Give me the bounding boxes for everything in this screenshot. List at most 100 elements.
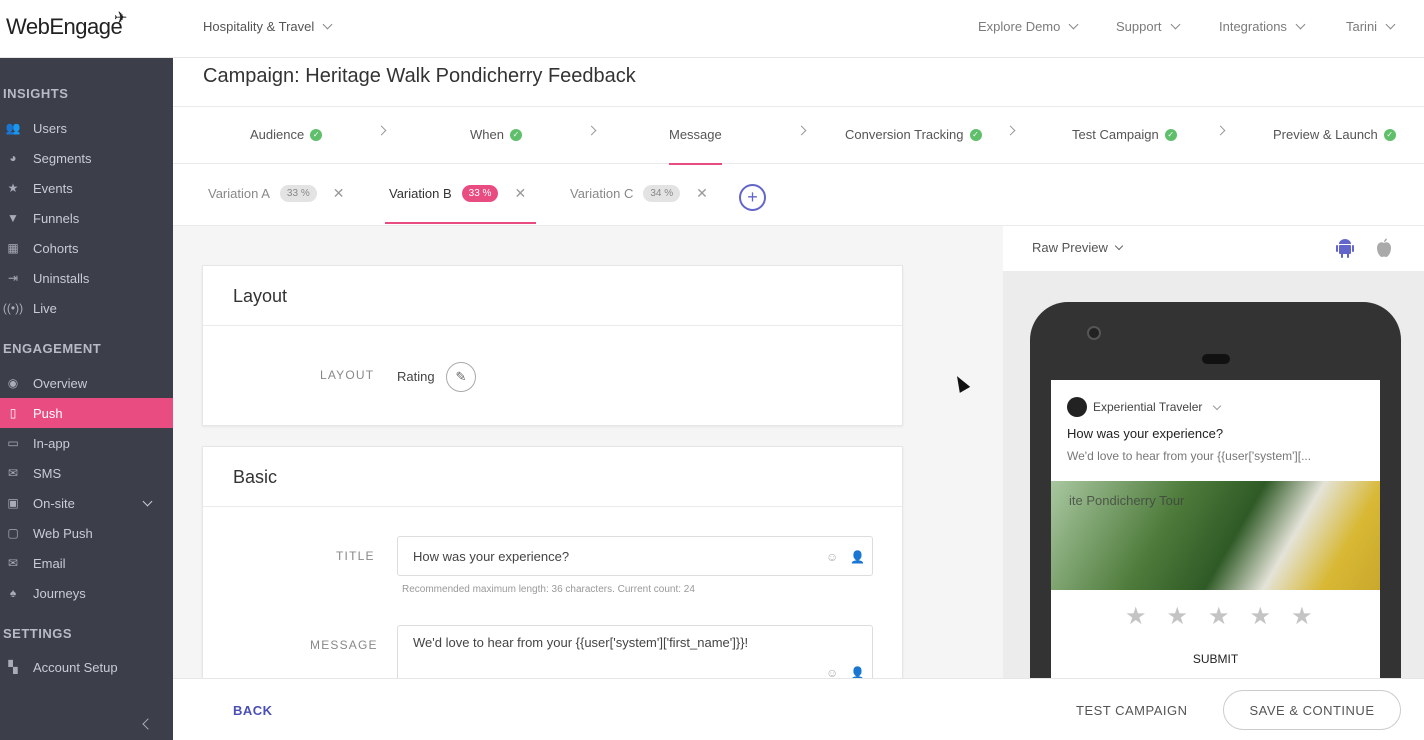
check-circle-icon: ✓ <box>310 128 323 141</box>
step-audience[interactable]: Audience ✓ <box>250 127 323 142</box>
sidebar-item-segments[interactable]: ◕ Segments <box>0 143 173 173</box>
sidebar-item-journeys[interactable]: ♠ Journeys <box>0 578 173 608</box>
notification-image-caption: ite Pondicherry Tour <box>1069 493 1185 508</box>
star-icon[interactable]: ★ <box>1250 602 1272 631</box>
title-input[interactable]: How was your experience? ☺ 👤 <box>397 536 873 576</box>
emoji-icon[interactable]: ☺ <box>826 537 838 577</box>
basic-card: Basic TITLE How was your experience? ☺ 👤… <box>202 446 903 678</box>
sidebar-item-label: Funnels <box>33 210 80 226</box>
sidebar-item-label: Push <box>33 405 63 421</box>
test-campaign-button[interactable]: TEST CAMPAIGN <box>1076 703 1187 718</box>
project-dropdown-label: Hospitality & Travel <box>203 19 315 34</box>
integrations-dropdown[interactable]: Integrations <box>1219 19 1306 34</box>
message-textarea[interactable]: We'd love to hear from your {{user['syst… <box>397 625 873 678</box>
funnels-icon: ▼ <box>7 211 19 225</box>
message-textarea-value: We'd love to hear from your {{user['syst… <box>413 635 749 650</box>
user-menu-dropdown[interactable]: Tarini <box>1346 19 1396 34</box>
sidebar-item-funnels[interactable]: ▼ Funnels <box>0 203 173 233</box>
on-site-icon: ▣ <box>7 496 19 510</box>
sms-icon: ✉ <box>7 466 19 480</box>
chevron-right-icon <box>796 125 807 136</box>
sidebar-item-label: On-site <box>33 495 75 511</box>
sidebar-item-account-setup[interactable]: ▚ Account Setup <box>0 652 173 682</box>
android-icon[interactable] <box>1336 238 1354 258</box>
step-preview-launch[interactable]: Preview & Launch ✓ <box>1273 127 1396 142</box>
cohorts-icon: ▦ <box>7 241 19 255</box>
step-conversion-tracking[interactable]: Conversion Tracking ✓ <box>845 127 982 142</box>
project-dropdown[interactable]: Hospitality & Travel <box>203 19 333 34</box>
sidebar-item-label: Live <box>33 300 57 316</box>
submit-button[interactable]: SUBMIT <box>1051 652 1380 666</box>
personalize-user-icon[interactable]: 👤 <box>850 666 865 678</box>
sidebar-item-uninstalls[interactable]: ⇥ Uninstalls <box>0 263 173 293</box>
chevron-right-icon <box>1215 125 1226 136</box>
close-icon[interactable]: ✕ <box>333 185 345 202</box>
step-when[interactable]: When ✓ <box>470 127 522 142</box>
emoji-icon[interactable]: ☺ <box>826 666 838 678</box>
chevron-down-icon <box>142 496 153 507</box>
device-preview-area: Experiential Traveler How was your exper… <box>1003 271 1424 678</box>
tab-variation-a[interactable]: Variation A 33 % ✕ <box>208 185 344 202</box>
apple-icon[interactable] <box>1375 238 1393 258</box>
message-label: MESSAGE <box>310 638 378 652</box>
active-tab-indicator <box>385 222 536 224</box>
variation-percent-badge: 33 % <box>461 185 499 202</box>
webengage-logo[interactable]: WebEngage ✈ <box>6 10 127 40</box>
sidebar-item-label: Users <box>33 120 67 136</box>
sidebar-item-in-app[interactable]: ▭ In-app <box>0 428 173 458</box>
sidebar-section-settings: SETTINGS <box>3 626 73 641</box>
sidebar-item-sms[interactable]: ✉ SMS <box>0 458 173 488</box>
sidebar-item-web-push[interactable]: ▢ Web Push <box>0 518 173 548</box>
sidebar-item-on-site[interactable]: ▣ On-site <box>0 488 173 518</box>
sidebar-item-live[interactable]: ((•)) Live <box>0 293 173 323</box>
close-icon[interactable]: ✕ <box>514 185 526 202</box>
support-dropdown[interactable]: Support <box>1116 19 1180 34</box>
chevron-down-icon <box>1068 19 1079 30</box>
save-continue-button[interactable]: SAVE & CONTINUE <box>1223 690 1401 730</box>
personalize-user-icon[interactable]: 👤 <box>850 537 865 577</box>
sidebar-item-push[interactable]: ▯ Push <box>0 398 173 428</box>
overview-icon: ◉ <box>7 376 19 390</box>
web-push-icon: ▢ <box>7 526 19 540</box>
step-label: Conversion Tracking <box>845 127 964 142</box>
sidebar-item-label: SMS <box>33 465 62 481</box>
sidebar-item-cohorts[interactable]: ▦ Cohorts <box>0 233 173 263</box>
close-icon[interactable]: ✕ <box>696 185 708 202</box>
sidebar-item-overview[interactable]: ◉ Overview <box>0 368 173 398</box>
explore-demo-dropdown[interactable]: Explore Demo <box>978 19 1079 34</box>
star-icon[interactable]: ★ <box>1125 602 1147 631</box>
tab-variation-b[interactable]: Variation B 33 % ✕ <box>389 185 526 202</box>
integrations-label: Integrations <box>1219 19 1287 34</box>
notification-app-name: Experiential Traveler <box>1093 400 1203 414</box>
chevron-right-icon <box>1005 125 1016 136</box>
check-circle-icon: ✓ <box>509 128 522 141</box>
step-test-campaign[interactable]: Test Campaign ✓ <box>1072 127 1177 142</box>
title-label: TITLE <box>336 549 375 563</box>
tab-variation-c[interactable]: Variation C 34 % ✕ <box>570 185 708 202</box>
add-variation-button[interactable]: + <box>739 184 766 211</box>
step-message[interactable]: Message <box>669 127 722 165</box>
star-icon[interactable]: ★ <box>1208 602 1230 631</box>
message-form[interactable]: Layout LAYOUT Rating ✎ Basic TITLE How w… <box>173 226 1003 678</box>
sidebar-item-events[interactable]: ★ Events <box>0 173 173 203</box>
sidebar-item-label: In-app <box>33 435 70 451</box>
sidebar-item-users[interactable]: 👥 Users <box>0 113 173 143</box>
sidebar-section-insights: INSIGHTS <box>3 86 69 101</box>
sidebar-item-label: Web Push <box>33 525 93 541</box>
check-circle-icon: ✓ <box>1164 128 1177 141</box>
chevron-down-icon <box>1114 241 1124 251</box>
layout-label: LAYOUT <box>320 368 375 382</box>
app-root: WebEngage ✈ Hospitality & Travel Explore… <box>0 0 1424 740</box>
live-icon: ((•)) <box>2 301 24 315</box>
plus-icon: + <box>747 187 758 207</box>
collapse-sidebar-icon[interactable] <box>142 718 154 730</box>
sidebar-item-email[interactable]: ✉ Email <box>0 548 173 578</box>
back-button[interactable]: BACK <box>233 703 273 718</box>
title-input-value: How was your experience? <box>413 549 570 564</box>
edit-layout-button[interactable]: ✎ <box>446 362 476 392</box>
star-icon[interactable]: ★ <box>1167 602 1189 631</box>
star-icon[interactable]: ★ <box>1291 602 1313 631</box>
step-label: Message <box>669 127 722 142</box>
preview-mode-dropdown[interactable]: Raw Preview <box>1032 240 1124 255</box>
logo-mark-icon: ✈ <box>114 10 127 27</box>
